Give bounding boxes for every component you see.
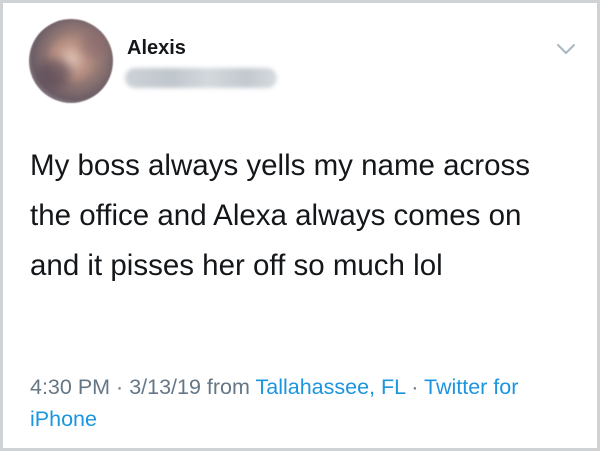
separator: · [110,375,130,399]
chevron-down-icon[interactable] [555,41,577,57]
tweet-date[interactable]: 3/13/19 [129,375,201,399]
author-handle-redacted [125,68,277,88]
tweet-card: Alexis My boss always yells my name acro… [3,3,597,448]
author-name[interactable]: Alexis [127,37,186,60]
separator: · [405,375,424,399]
avatar[interactable] [29,19,113,103]
tweet-time[interactable]: 4:30 PM [30,375,110,399]
tweet-text: My boss always yells my name across the … [30,149,531,282]
tweet-meta: 4:30 PM · 3/13/19 from Tallahassee, FL ·… [30,371,570,435]
from-label: from [200,375,256,399]
screenshot-frame: Alexis My boss always yells my name acro… [0,0,600,451]
location-link[interactable]: Tallahassee, FL [255,375,405,399]
